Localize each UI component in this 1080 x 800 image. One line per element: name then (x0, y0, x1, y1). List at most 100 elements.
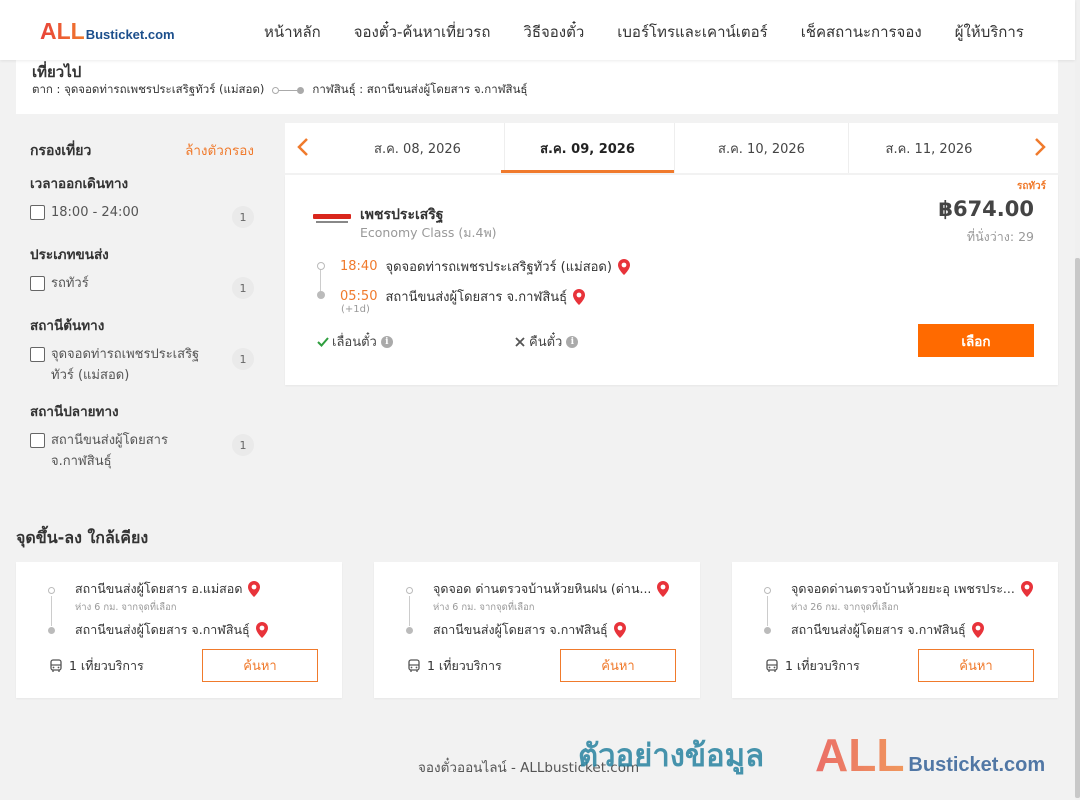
filter-checkbox[interactable] (30, 205, 45, 220)
filter-checkbox[interactable] (30, 276, 45, 291)
nav-contact-counter[interactable]: เบอร์โทรและเคาน์เตอร์ (617, 20, 767, 44)
filter-option[interactable]: 18:00 - 24:00 1 (30, 204, 256, 228)
date-tab[interactable]: ส.ค. 10, 2026 (675, 123, 849, 173)
destination-dot-icon (317, 291, 325, 299)
filter-option[interactable]: รถทัวร์ 1 (30, 275, 256, 299)
nearby-search-button[interactable]: ค้นหา (202, 649, 318, 682)
filter-section-departure-time: เวลาออกเดินทาง 18:00 - 24:00 1 (30, 172, 256, 228)
nav-check-booking[interactable]: เช็คสถานะการจอง (801, 20, 922, 44)
nearby-origin: จุดจอดด่านตรวจบ้านห้วยยะอุ เพชรประ... (791, 579, 1049, 599)
filter-section-title: สถานีต้นทาง (30, 318, 105, 334)
nearby-trips: 1 เที่ยวบริการ (765, 656, 860, 676)
nearby-card: จุดจอด ด่านตรวจบ้านห้วยหินฝน (ด่าน... ห่… (374, 562, 700, 698)
filter-count-badge: 1 (232, 348, 254, 370)
filter-checkbox[interactable] (30, 347, 45, 362)
nav-operators[interactable]: ผู้ให้บริการ (955, 20, 1024, 44)
arrival-place: สถานีขนส่งผู้โดยสาร จ.กาฬสินธุ์ (385, 290, 568, 305)
trip-result-card: รถทัวร์ เพชรประเสริฐ Economy Class (ม.4พ… (285, 175, 1058, 385)
trip-summary: เที่ยวไป ตาก : จุดจอดท่ารถเพชรประเสริฐทั… (16, 58, 1058, 114)
date-tab[interactable]: ส.ค. 08, 2026 (331, 123, 505, 173)
filter-section-title: สถานีปลายทาง (30, 404, 119, 420)
filter-option-label: รถทัวร์ (51, 276, 89, 291)
nearby-trips-label: 1 เที่ยวบริการ (69, 658, 144, 673)
trip-origin: ตาก : จุดจอดท่ารถเพชรประเสริฐทัวร์ (แม่ส… (32, 82, 265, 96)
filter-option-label: จุดจอดท่ารถเพชรประเสริฐทัวร์ (แม่สอด) (51, 347, 200, 383)
date-tab-active[interactable]: ส.ค. 09, 2026 (501, 123, 675, 173)
nearby-card: สถานีขนส่งผู้โดยสาร อ.แม่สอด ห่าง 6 กม. … (16, 562, 342, 698)
chevron-left-icon[interactable] (293, 136, 315, 158)
filter-count-badge: 1 (232, 206, 254, 228)
filter-option-label: 18:00 - 24:00 (51, 205, 139, 220)
trip-route: ตาก : จุดจอดท่ารถเพชรประเสริฐทัวร์ (แม่ส… (32, 81, 527, 99)
map-pin-icon[interactable] (657, 581, 670, 597)
map-pin-icon[interactable] (573, 288, 586, 305)
scrollbar-thumb[interactable] (1075, 258, 1080, 798)
nearby-stops-title: จุดขึ้น-ลง ใกล้เคียง (16, 528, 149, 547)
refund-label: คืนตั๋ว (529, 335, 563, 350)
map-pin-icon[interactable] (971, 622, 984, 638)
info-icon[interactable]: i (566, 335, 579, 348)
date-selector: ส.ค. 08, 2026 ส.ค. 09, 2026 ส.ค. 10, 202… (285, 123, 1058, 173)
filter-section-origin-station: สถานีต้นทาง จุดจอดท่ารถเพชรประเสริฐทัวร์… (30, 314, 256, 386)
map-pin-icon[interactable] (613, 622, 626, 638)
filter-heading: กรองเที่ยว (30, 143, 92, 159)
filter-checkbox[interactable] (30, 433, 45, 448)
departure-place: จุดจอดท่ารถเพชรประเสริฐทัวร์ (แม่สอด) (385, 260, 612, 275)
nearby-search-button[interactable]: ค้นหา (560, 649, 676, 682)
select-trip-button[interactable]: เลือก (918, 324, 1034, 357)
nav-how-to-book[interactable]: วิธีจองตั๋ว (523, 20, 584, 44)
trip-timeline: 18:40 จุดจอดท่ารถเพชรประเสริฐทัวร์ (แม่ส… (317, 255, 657, 321)
map-pin-icon[interactable] (248, 581, 261, 597)
origin-dot-icon (317, 262, 325, 270)
reschedule-label: เลื่อนตั๋ว (332, 335, 377, 350)
nearby-origin-label: จุดจอดด่านตรวจบ้านห้วยยะอุ เพชรประ... (791, 581, 1015, 596)
nearby-trips: 1 เที่ยวบริการ (49, 656, 144, 676)
bus-icon (408, 659, 420, 672)
page-scrollbar[interactable] (1075, 0, 1080, 800)
refund-policy[interactable]: คืนตั๋ว i (514, 331, 579, 352)
nearby-destination: สถานีขนส่งผู้โดยสาร จ.กาฬสินธุ์ (433, 620, 626, 640)
vehicle-type-tag: รถทัวร์ (1016, 181, 1046, 192)
route-arrow-icon (272, 86, 305, 94)
filter-section-title: เวลาออกเดินทาง (30, 176, 129, 192)
site-logo[interactable]: ALL Busticket.com (40, 18, 175, 45)
filter-count-badge: 1 (232, 434, 254, 456)
seat-class: Economy Class (ม.4พ) (360, 225, 497, 240)
logo-all-text: ALL (40, 18, 85, 44)
origin-dot-icon (406, 587, 413, 594)
origin-dot-icon (48, 587, 55, 594)
nav-book-search[interactable]: จองตั๋ว-ค้นหาเที่ยวรถ (354, 20, 491, 44)
filter-option[interactable]: สถานีขนส่งผู้โดยสาร จ.กาฬสินธุ์ 1 (30, 432, 256, 472)
nearby-destination: สถานีขนส่งผู้โดยสาร จ.กาฬสินธุ์ (791, 620, 984, 640)
watermark-text: ตัวอย่างข้อมูล (578, 738, 765, 774)
clear-filters-link[interactable]: ล้างตัวกรอง (185, 139, 254, 161)
timeline-line (409, 596, 410, 626)
nearby-card: จุดจอดด่านตรวจบ้านห้วยยะอุ เพชรประ... ห่… (732, 562, 1058, 698)
date-tab[interactable]: ส.ค. 11, 2026 (842, 123, 1016, 173)
map-pin-icon[interactable] (617, 258, 630, 275)
nearby-trips-label: 1 เที่ยวบริการ (785, 658, 860, 673)
filter-section-transport-type: ประเภทขนส่ง รถทัวร์ 1 (30, 243, 256, 299)
nearby-search-button[interactable]: ค้นหา (918, 649, 1034, 682)
filter-option[interactable]: จุดจอดท่ารถเพชรประเสริฐทัวร์ (แม่สอด) 1 (30, 346, 256, 386)
next-day-indicator: (+1d) (341, 304, 370, 315)
nearby-trips-label: 1 เที่ยวบริการ (427, 658, 502, 673)
chevron-right-icon[interactable] (1028, 136, 1050, 158)
destination-dot-icon (48, 627, 55, 634)
destination-dot-icon (764, 627, 771, 634)
arrival-time: 05:50 (340, 289, 378, 304)
nearby-destination: สถานีขนส่งผู้โดยสาร จ.กาฬสินธุ์ (75, 620, 268, 640)
info-icon[interactable]: i (380, 335, 393, 348)
nearby-distance: ห่าง 26 กม. จากจุดที่เลือก (791, 602, 899, 613)
map-pin-icon[interactable] (255, 622, 268, 638)
main-nav: หน้าหลัก จองตั๋ว-ค้นหาเที่ยวรถ วิธีจองตั… (264, 20, 1057, 44)
reschedule-policy[interactable]: เลื่อนตั๋ว i (317, 331, 393, 352)
nearby-destination-label: สถานีขนส่งผู้โดยสาร จ.กาฬสินธุ์ (433, 622, 608, 637)
logo-busticket-text: Busticket.com (85, 27, 175, 42)
watermark-logo-rest: Busticket.com (908, 754, 1046, 776)
nav-home[interactable]: หน้าหลัก (264, 20, 321, 44)
map-pin-icon[interactable] (1020, 581, 1033, 597)
cross-icon (515, 336, 525, 347)
nearby-origin: สถานีขนส่งผู้โดยสาร อ.แม่สอด (75, 579, 333, 599)
origin-dot-icon (764, 587, 771, 594)
